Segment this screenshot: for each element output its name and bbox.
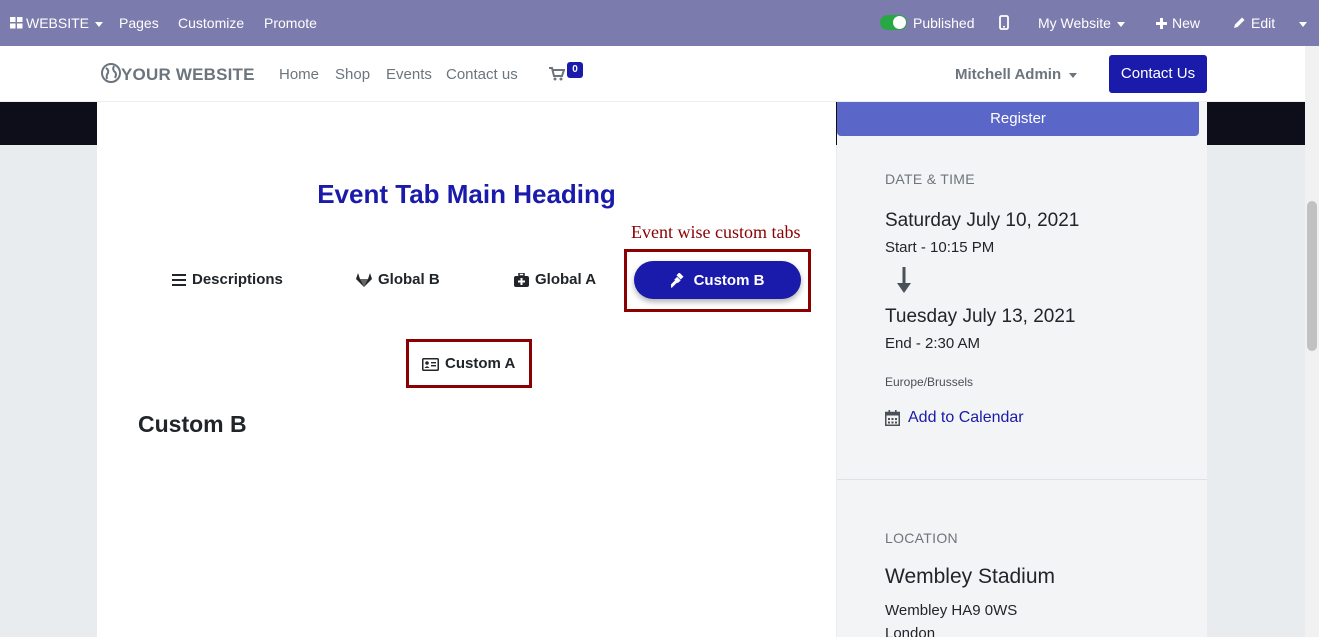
- start-time: Start - 10:15 PM: [885, 239, 995, 256]
- tab-label: Custom B: [693, 271, 765, 289]
- timezone: Europe/Brussels: [885, 375, 974, 389]
- add-to-calendar-link[interactable]: Add to Calendar: [885, 409, 1024, 427]
- my-website-menu[interactable]: My Website: [1038, 0, 1125, 46]
- tab-global-a[interactable]: Global A: [514, 271, 596, 289]
- sidebar-divider: [837, 479, 1207, 480]
- gitlab-icon: [356, 273, 372, 287]
- gavel-icon: [670, 272, 686, 288]
- published-label[interactable]: Published: [913, 0, 975, 46]
- arrow-down-icon: [897, 267, 911, 300]
- my-website-label: My Website: [1038, 15, 1111, 31]
- customize-menu[interactable]: Customize: [178, 0, 244, 46]
- published-toggle[interactable]: [880, 15, 907, 30]
- plus-icon: [1156, 18, 1167, 29]
- calendar-link-label: Add to Calendar: [908, 409, 1024, 426]
- toggle-knob: [893, 16, 906, 29]
- caret-down-icon: [1299, 21, 1307, 27]
- user-menu[interactable]: Mitchell Admin: [955, 66, 1078, 83]
- address-line-1: Wembley HA9 0WS: [885, 602, 1018, 619]
- cart-link[interactable]: [549, 67, 566, 85]
- annotation-text: Event wise custom tabs: [631, 222, 801, 242]
- tab-custom-a[interactable]: Custom A: [422, 355, 515, 373]
- location-label: LOCATION: [885, 530, 958, 546]
- new-label: New: [1172, 15, 1201, 31]
- venue-name: Wembley Stadium: [885, 565, 1056, 588]
- globe-icon: [101, 63, 121, 83]
- pages-menu[interactable]: Pages: [119, 0, 159, 46]
- datetime-label: DATE & TIME: [885, 171, 975, 187]
- nav-contact[interactable]: Contact us: [446, 66, 518, 83]
- tab-descriptions[interactable]: Descriptions: [172, 271, 283, 289]
- cart-icon: [549, 67, 566, 81]
- user-name: Mitchell Admin: [955, 66, 1062, 83]
- event-main-content: Event Tab Main Heading Event wise custom…: [97, 102, 836, 637]
- tab-label: Global B: [378, 271, 440, 288]
- tab-label: Descriptions: [192, 271, 283, 288]
- id-card-icon: [422, 357, 439, 371]
- register-button[interactable]: Register: [837, 102, 1199, 136]
- site-navbar: YOUR WEBSITE Home Shop Events Contact us…: [0, 46, 1305, 102]
- caret-down-icon: [95, 21, 104, 27]
- new-button[interactable]: New: [1156, 0, 1200, 46]
- medkit-icon: [514, 273, 529, 287]
- admin-bar: WEBSITE Pages Customize Promote Publishe…: [0, 0, 1319, 46]
- more-menu[interactable]: [1299, 0, 1307, 46]
- calendar-icon: [885, 410, 900, 426]
- tab-label: Custom A: [445, 355, 516, 372]
- nav-shop[interactable]: Shop: [335, 66, 370, 83]
- nav-events[interactable]: Events: [386, 66, 432, 83]
- contact-us-button[interactable]: Contact Us: [1109, 55, 1207, 93]
- nav-home[interactable]: Home: [279, 66, 319, 83]
- end-time: End - 2:30 AM: [885, 335, 981, 352]
- tab-label: Global A: [535, 271, 597, 288]
- mobile-icon: [999, 15, 1009, 30]
- brand-name: YOUR WEBSITE: [121, 65, 255, 84]
- address-line-2: London: [885, 625, 936, 637]
- edit-button[interactable]: Edit: [1233, 0, 1275, 46]
- caret-down-icon: [1069, 72, 1078, 78]
- brand-logo[interactable]: YOUR WEBSITE: [101, 63, 255, 85]
- end-date: Tuesday July 13, 2021: [885, 306, 1076, 327]
- edit-label: Edit: [1251, 15, 1276, 31]
- cart-count-badge: 0: [567, 62, 583, 78]
- tab-global-b[interactable]: Global B: [356, 271, 440, 289]
- promote-menu[interactable]: Promote: [264, 0, 317, 46]
- page-scrollbar[interactable]: [1305, 46, 1319, 637]
- website-menu[interactable]: WEBSITE: [10, 0, 104, 46]
- caret-down-icon: [1116, 21, 1125, 27]
- tab-custom-b[interactable]: Custom B: [634, 261, 801, 299]
- tab-content-title: Custom B: [138, 411, 247, 437]
- event-tab-heading: Event Tab Main Heading: [317, 179, 616, 209]
- start-date: Saturday July 10, 2021: [885, 210, 1080, 231]
- event-sidebar: Register DATE & TIME Saturday July 10, 2…: [837, 102, 1207, 637]
- website-label: WEBSITE: [26, 15, 90, 31]
- pencil-icon: [1234, 17, 1245, 28]
- apps-grid-icon: [10, 17, 23, 29]
- list-icon: [172, 274, 186, 286]
- mobile-preview-button[interactable]: [999, 0, 1009, 46]
- scrollbar-thumb[interactable]: [1307, 201, 1317, 351]
